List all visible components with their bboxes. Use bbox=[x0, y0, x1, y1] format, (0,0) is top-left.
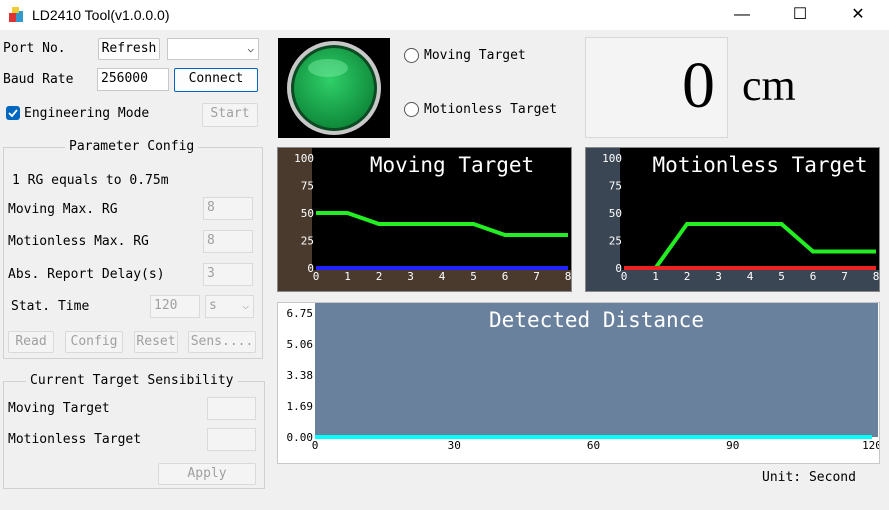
config-button[interactable]: Config bbox=[65, 331, 123, 353]
window-title: LD2410 Tool(v1.0.0.0) bbox=[32, 7, 170, 23]
connect-button[interactable]: Connect bbox=[174, 68, 258, 92]
x-tick-label: 5 bbox=[778, 270, 785, 283]
x-tick-label: 1 bbox=[652, 270, 659, 283]
title-bar: LD2410 Tool(v1.0.0.0) — ☐ ✕ bbox=[0, 0, 889, 30]
x-tick-label: 2 bbox=[376, 270, 383, 283]
minimize-button[interactable]: — bbox=[719, 0, 765, 30]
port-select[interactable]: ⌵ bbox=[167, 38, 259, 60]
stat-time-input[interactable]: 120 bbox=[150, 295, 200, 318]
y-tick-label: 6.75 bbox=[287, 307, 314, 320]
moving-target-radio-label: Moving Target bbox=[424, 48, 526, 63]
read-button[interactable]: Read bbox=[8, 331, 54, 353]
x-tick-label: 8 bbox=[873, 270, 879, 283]
reset-button[interactable]: Reset bbox=[134, 331, 178, 353]
engineering-mode-checkbox[interactable] bbox=[6, 106, 20, 120]
sens-motionless-input[interactable] bbox=[207, 428, 256, 451]
motionless-target-radio-label: Motionless Target bbox=[424, 102, 558, 117]
moving-max-label: Moving Max. RG bbox=[8, 202, 118, 217]
checkmark-icon bbox=[8, 109, 18, 118]
x-axis-panel bbox=[278, 270, 571, 291]
sens-motionless-label: Motionless Target bbox=[8, 432, 142, 447]
port-label: Port No. bbox=[3, 41, 66, 56]
chart-title: Detected Distance bbox=[489, 308, 704, 332]
chevron-down-icon: ⌵ bbox=[247, 42, 254, 55]
x-tick-label: 3 bbox=[407, 270, 414, 283]
y-tick-label: 75 bbox=[301, 180, 314, 193]
status-light-icon bbox=[287, 41, 381, 135]
parameter-config-title: Parameter Config bbox=[65, 139, 199, 154]
motionless-max-label: Motionless Max. RG bbox=[8, 234, 149, 249]
stat-time-label: Stat. Time bbox=[11, 299, 90, 314]
stat-time-unit-select[interactable]: s ⌵ bbox=[205, 295, 254, 318]
app-icon bbox=[9, 7, 23, 22]
detected-distance-chart-svg: 0.00 1.69 3.38 5.06 6.75 0 30 60 90 120 Detected D… bbox=[287, 303, 879, 452]
motionless-target-chart-svg: 02550751000 1 2 3 4 5 6 7 8Motionless Target bbox=[586, 148, 879, 291]
x-tick-label: 3 bbox=[715, 270, 722, 283]
x-tick-label: 5 bbox=[470, 270, 477, 283]
y-tick-label: 25 bbox=[301, 235, 314, 248]
x-tick-label: 4 bbox=[439, 270, 446, 283]
motionless-target-chart: 0 25 50 75 100 0 1 2 3 4 5 6 7 8 Motionless Target bbox=[585, 147, 880, 292]
x-tick-label: 6 bbox=[502, 270, 509, 283]
y-tick-label: 25 bbox=[609, 235, 622, 248]
unit-label: Unit: Second bbox=[762, 470, 856, 485]
apply-button[interactable]: Apply bbox=[158, 463, 256, 485]
sensibility-title: Current Target Sensibility bbox=[26, 373, 238, 388]
y-tick-label: 1.69 bbox=[287, 400, 314, 413]
sens-moving-input[interactable] bbox=[207, 397, 256, 420]
x-tick-label: 2 bbox=[684, 270, 691, 283]
moving-max-input[interactable]: 8 bbox=[203, 197, 253, 220]
detected-distance-chart: 0.00 1.69 3.38 5.06 6.75 0 30 60 90 120 Detected D… bbox=[277, 302, 880, 464]
x-tick-label: 4 bbox=[747, 270, 754, 283]
chevron-down-icon: ⌵ bbox=[242, 299, 249, 312]
chart-title: Motionless Target bbox=[653, 153, 868, 177]
sens-button[interactable]: Sens.... bbox=[188, 331, 256, 353]
x-tick-label: 0 bbox=[313, 270, 320, 283]
x-tick-label: 0 bbox=[312, 439, 319, 452]
stat-time-unit-value: s bbox=[209, 298, 217, 313]
y-tick-label: 50 bbox=[301, 207, 314, 220]
x-tick-label: 90 bbox=[726, 439, 739, 452]
x-tick-label: 60 bbox=[587, 439, 600, 452]
moving-target-radio[interactable] bbox=[404, 48, 419, 63]
y-tick-label: 3.38 bbox=[287, 369, 314, 382]
sens-moving-label: Moving Target bbox=[8, 401, 110, 416]
motionless-target-radio[interactable] bbox=[404, 102, 419, 117]
x-tick-label: 0 bbox=[621, 270, 628, 283]
maximize-button[interactable]: ☐ bbox=[777, 0, 823, 30]
start-button[interactable]: Start bbox=[202, 103, 258, 127]
report-delay-label: Abs. Report Delay(s) bbox=[8, 267, 165, 282]
distance-value: 0 bbox=[682, 49, 715, 122]
close-button[interactable]: ✕ bbox=[835, 0, 881, 30]
x-axis-panel bbox=[586, 270, 879, 291]
x-tick-label: 120 bbox=[862, 439, 879, 452]
y-tick-label: 5.06 bbox=[287, 338, 314, 351]
x-tick-label: 1 bbox=[344, 270, 351, 283]
y-tick-label: 100 bbox=[294, 152, 314, 165]
status-indicator-panel bbox=[278, 38, 390, 138]
rg-note: 1 RG equals to 0.75m bbox=[12, 173, 169, 188]
series-line bbox=[316, 211, 568, 237]
y-tick-label: 0.00 bbox=[287, 431, 314, 444]
report-delay-input[interactable]: 3 bbox=[203, 263, 253, 286]
chart-title: Moving Target bbox=[370, 153, 534, 177]
moving-target-chart: 0 25 50 75 100 0 1 2 3 4 5 6 7 8 Moving Target bbox=[277, 147, 572, 292]
series-line bbox=[624, 222, 876, 270]
moving-target-chart-svg: 02550751000 1 2 3 4 5 6 7 8Moving Target bbox=[278, 148, 571, 291]
engineering-mode-label: Engineering Mode bbox=[24, 106, 150, 121]
baud-input[interactable]: 256000 bbox=[97, 68, 169, 91]
distance-unit: cm bbox=[742, 61, 796, 110]
y-tick-label: 75 bbox=[609, 180, 622, 193]
y-tick-label: 50 bbox=[609, 207, 622, 220]
x-tick-label: 30 bbox=[448, 439, 461, 452]
motionless-max-input[interactable]: 8 bbox=[203, 230, 253, 253]
refresh-button[interactable]: Refresh bbox=[98, 38, 160, 60]
y-tick-label: 100 bbox=[602, 152, 622, 165]
x-tick-label: 7 bbox=[533, 270, 540, 283]
x-tick-label: 8 bbox=[565, 270, 571, 283]
x-tick-label: 7 bbox=[841, 270, 848, 283]
distance-display: 0 bbox=[585, 37, 728, 138]
x-tick-label: 6 bbox=[810, 270, 817, 283]
baud-label: Baud Rate bbox=[3, 72, 74, 87]
